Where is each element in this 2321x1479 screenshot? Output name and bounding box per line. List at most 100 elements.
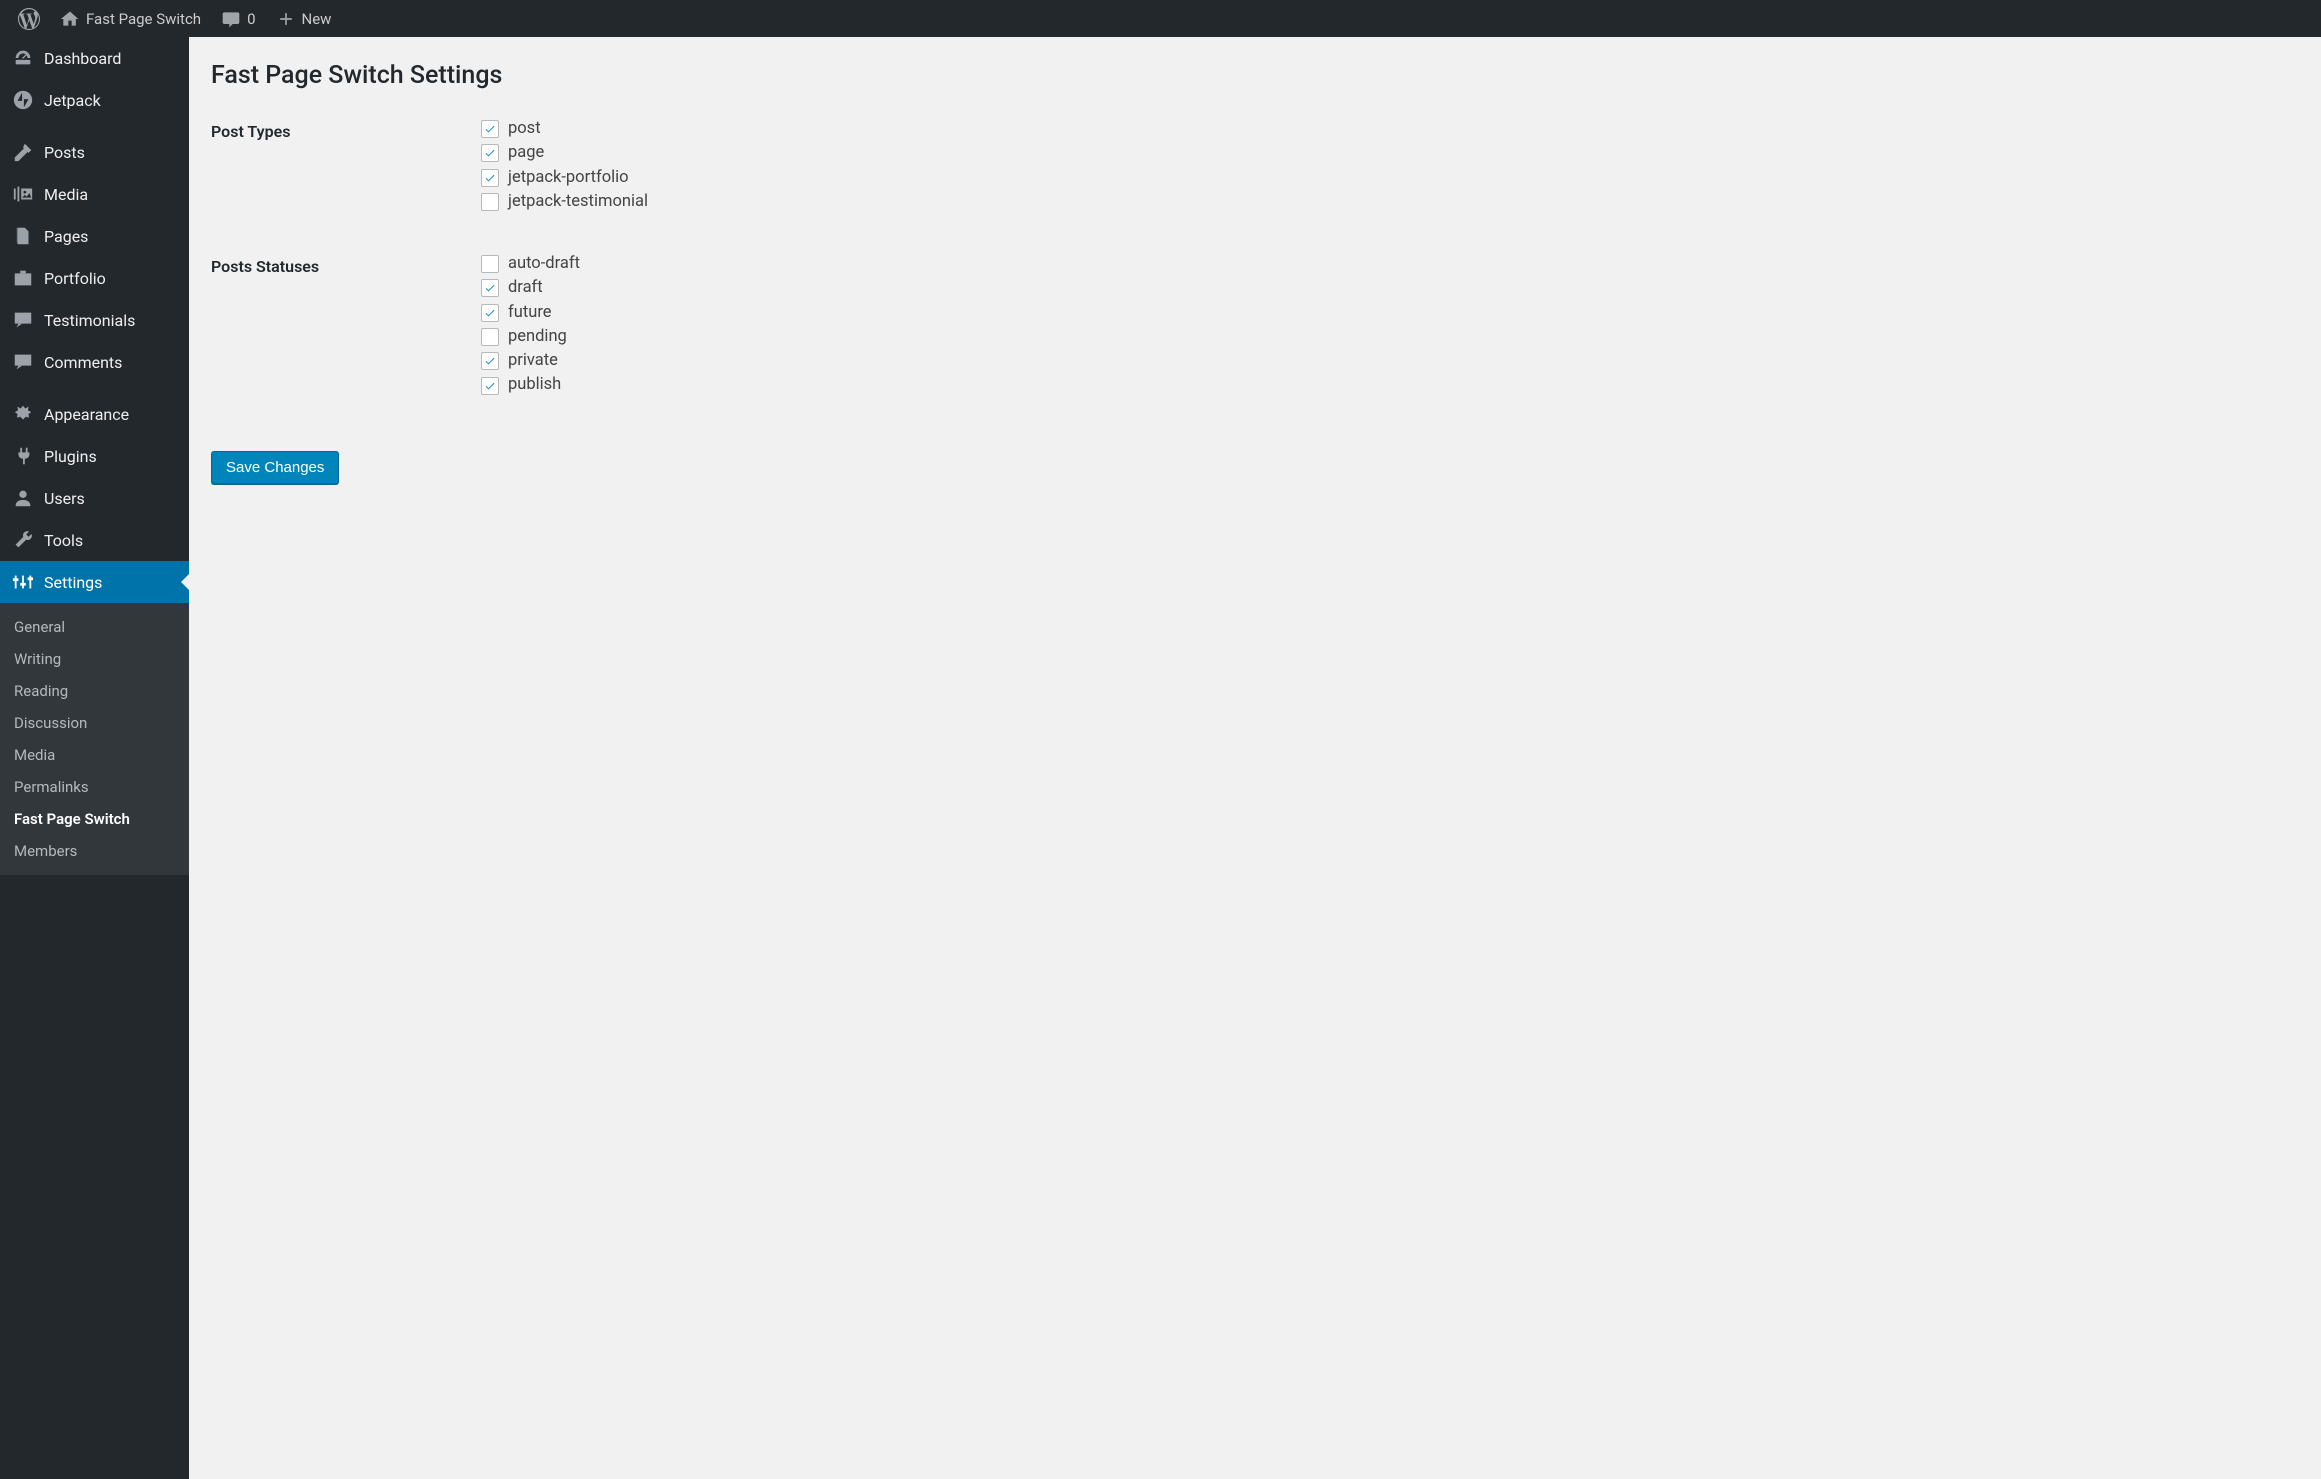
- menu-separator: [0, 383, 189, 393]
- checkbox[interactable]: [481, 377, 499, 395]
- sidebar-item-label: Posts: [44, 143, 85, 162]
- checkbox[interactable]: [481, 255, 499, 273]
- checkbox[interactable]: [481, 120, 499, 138]
- sidebar-item-appearance[interactable]: Appearance: [0, 393, 189, 435]
- site-name-link[interactable]: Fast Page Switch: [50, 0, 211, 37]
- submenu-item-fast-page-switch[interactable]: Fast Page Switch: [0, 803, 189, 835]
- option-label: pending: [508, 326, 567, 348]
- option-label: draft: [508, 277, 543, 299]
- submenu-item-general[interactable]: General: [0, 611, 189, 643]
- option-auto-draft[interactable]: auto-draft: [481, 253, 2289, 275]
- comment-icon: [221, 9, 241, 29]
- menu-separator: [0, 121, 189, 131]
- section-options: postpage jetpack-portfoliojetpack-testimo…: [471, 110, 2299, 245]
- checkbox[interactable]: [481, 144, 499, 162]
- option-label: jetpack-testimonial: [508, 191, 648, 213]
- sidebar-item-label: Portfolio: [44, 269, 106, 288]
- comments-link[interactable]: 0: [211, 0, 265, 37]
- option-label: private: [508, 350, 558, 372]
- sidebar-item-settings[interactable]: Settings: [0, 561, 189, 603]
- submenu-item-media[interactable]: Media: [0, 739, 189, 771]
- submenu-item-writing[interactable]: Writing: [0, 643, 189, 675]
- sidebar-item-users[interactable]: Users: [0, 477, 189, 519]
- option-label: publish: [508, 374, 561, 396]
- sidebar-item-label: Settings: [44, 573, 102, 592]
- appearance-icon: [12, 403, 34, 425]
- sidebar-item-label: Pages: [44, 227, 88, 246]
- submenu-item-members[interactable]: Members: [0, 835, 189, 867]
- sidebar-item-label: Testimonials: [44, 311, 135, 330]
- submenu-item-reading[interactable]: Reading: [0, 675, 189, 707]
- page-title: Fast Page Switch Settings: [211, 49, 2299, 110]
- option-label: post: [508, 118, 541, 140]
- admin-bar: Fast Page Switch 0 New: [0, 0, 2321, 37]
- home-icon: [60, 9, 80, 29]
- option-label: future: [508, 302, 552, 324]
- sidebar-item-label: Media: [44, 185, 88, 204]
- option-page[interactable]: page: [481, 142, 2289, 164]
- comments-icon: [12, 351, 34, 373]
- admin-sidebar: Dashboard Jetpack Posts Media Pages Portfolio…: [0, 37, 189, 1479]
- option-pending[interactable]: pending: [481, 326, 2289, 348]
- plugins-icon: [12, 445, 34, 467]
- jetpack-icon: [12, 89, 34, 111]
- sidebar-item-comments[interactable]: Comments: [0, 341, 189, 383]
- option-label: page: [508, 142, 544, 164]
- main-content: Fast Page Switch Settings Post Typespost…: [189, 37, 2321, 1479]
- checkbox[interactable]: [481, 304, 499, 322]
- sidebar-item-testimonials[interactable]: Testimonials: [0, 299, 189, 341]
- section-heading: Posts Statuses: [211, 245, 471, 429]
- submenu-item-discussion[interactable]: Discussion: [0, 707, 189, 739]
- pages-icon: [12, 225, 34, 247]
- posts-icon: [12, 141, 34, 163]
- option-jetpack-testimonial[interactable]: jetpack-testimonial: [481, 191, 2289, 213]
- plus-icon: [276, 9, 296, 29]
- portfolio-icon: [12, 267, 34, 289]
- dashboard-icon: [12, 47, 34, 69]
- settings-form-table: Post Types postpage jetpack-portfoliojetpa…: [211, 110, 2299, 429]
- option-label: auto-draft: [508, 253, 580, 275]
- checkbox[interactable]: [481, 193, 499, 211]
- new-label: New: [302, 10, 332, 28]
- option-draft[interactable]: draft: [481, 277, 2289, 299]
- option-private[interactable]: private: [481, 350, 2289, 372]
- checkbox[interactable]: [481, 352, 499, 370]
- checkbox[interactable]: [481, 279, 499, 297]
- settings-submenu: GeneralWritingReadingDiscussionMediaPerm…: [0, 603, 189, 875]
- submenu-item-permalinks[interactable]: Permalinks: [0, 771, 189, 803]
- checkbox[interactable]: [481, 169, 499, 187]
- sidebar-item-media[interactable]: Media: [0, 173, 189, 215]
- sidebar-item-label: Tools: [44, 531, 83, 550]
- option-future[interactable]: future: [481, 302, 2289, 324]
- media-icon: [12, 183, 34, 205]
- new-content-link[interactable]: New: [266, 0, 342, 37]
- sidebar-item-dashboard[interactable]: Dashboard: [0, 37, 189, 79]
- option-post[interactable]: post: [481, 118, 2289, 140]
- wp-logo[interactable]: [8, 0, 50, 37]
- sidebar-item-plugins[interactable]: Plugins: [0, 435, 189, 477]
- site-title: Fast Page Switch: [86, 10, 201, 28]
- users-icon: [12, 487, 34, 509]
- sidebar-item-label: Comments: [44, 353, 122, 372]
- sidebar-item-pages[interactable]: Pages: [0, 215, 189, 257]
- sidebar-item-label: Plugins: [44, 447, 97, 466]
- option-jetpack-portfolio[interactable]: jetpack-portfolio: [481, 167, 2289, 189]
- sidebar-item-portfolio[interactable]: Portfolio: [0, 257, 189, 299]
- comments-count: 0: [247, 10, 255, 28]
- section-options: auto-draftdraft futurependingprivatepubli…: [471, 245, 2299, 429]
- sidebar-item-label: Appearance: [44, 405, 129, 424]
- tools-icon: [12, 529, 34, 551]
- sidebar-item-label: Jetpack: [44, 91, 101, 110]
- sidebar-item-label: Dashboard: [44, 49, 121, 68]
- option-label: jetpack-portfolio: [508, 167, 629, 189]
- settings-icon: [12, 571, 34, 593]
- sidebar-item-label: Users: [44, 489, 85, 508]
- option-publish[interactable]: publish: [481, 374, 2289, 396]
- sidebar-item-tools[interactable]: Tools: [0, 519, 189, 561]
- sidebar-item-jetpack[interactable]: Jetpack: [0, 79, 189, 121]
- testimonials-icon: [12, 309, 34, 331]
- save-button[interactable]: Save Changes: [211, 451, 339, 484]
- checkbox[interactable]: [481, 328, 499, 346]
- section-heading: Post Types: [211, 110, 471, 245]
- sidebar-item-posts[interactable]: Posts: [0, 131, 189, 173]
